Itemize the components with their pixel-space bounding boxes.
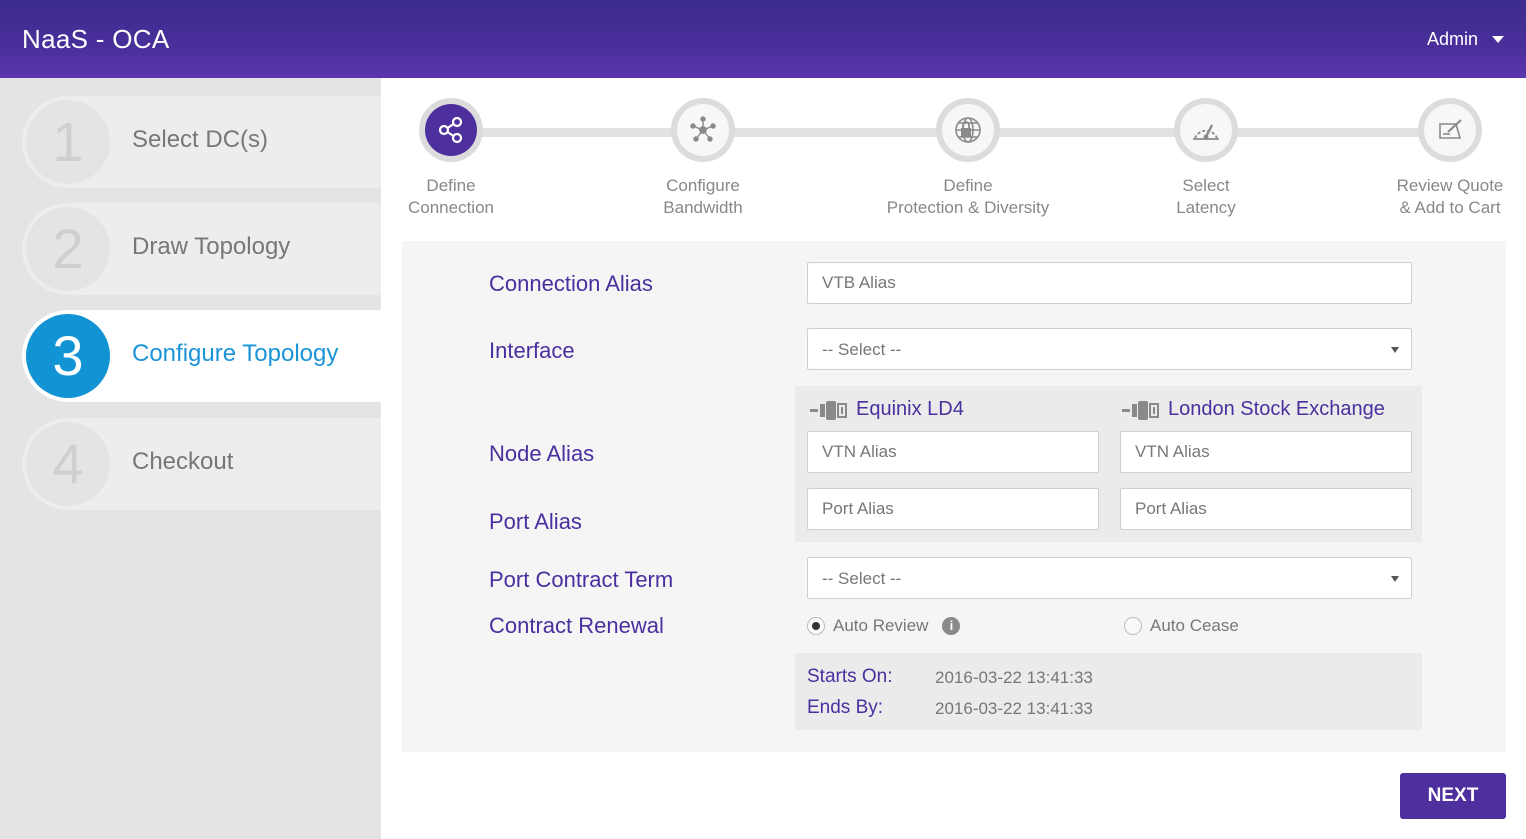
wizard-step-label: Define Connection [407, 176, 494, 217]
speedometer-icon [1193, 124, 1219, 140]
starts-on-label: Starts On: [807, 666, 893, 687]
user-name: Admin [1426, 29, 1478, 49]
sidebar-step-configure-topology[interactable]: 3 Configure Topology [22, 310, 381, 402]
step-number: 2 [26, 207, 110, 291]
globe-lock-icon [955, 117, 981, 143]
auto-review-radio[interactable] [807, 617, 825, 635]
port-contract-term-label: Port Contract Term [489, 567, 674, 592]
step-label: Checkout [132, 448, 234, 475]
node-alias-input-equinix[interactable] [807, 431, 1099, 473]
auto-cease-option[interactable]: Auto Cease [1124, 616, 1239, 636]
interface-select[interactable]: -- Select -- [807, 328, 1412, 370]
connection-alias-input[interactable] [807, 262, 1412, 304]
port-alias-input-equinix[interactable] [807, 488, 1099, 530]
wizard-step-review-quote[interactable]: Review Quote & Add to Cart [1350, 98, 1526, 219]
dropdown-arrow-icon [1391, 576, 1399, 582]
node-header-lse: London Stock Exchange [1122, 398, 1385, 421]
edit-quote-icon [1439, 119, 1462, 139]
contract-renewal-label: Contract Renewal [489, 613, 664, 638]
wizard-step-configure-bandwidth[interactable]: Configure Bandwidth [603, 98, 803, 219]
sidebar-step-draw-topology[interactable]: 2 Draw Topology [22, 203, 381, 295]
user-menu[interactable]: Admin [1427, 29, 1504, 50]
port-alias-input-lse[interactable] [1120, 488, 1412, 530]
node-name: Equinix LD4 [856, 398, 964, 420]
wizard-step-label: Define Protection & Diversity [886, 176, 1050, 217]
wizard-step-define-protection[interactable]: Define Protection & Diversity [868, 98, 1068, 219]
port-alias-label: Port Alias [489, 509, 582, 534]
sidebar-step-select-dc[interactable]: 1 Select DC(s) [22, 96, 381, 188]
step-number: 3 [26, 314, 110, 398]
step-label: Configure Topology [132, 340, 339, 367]
auto-cease-label: Auto Cease [1150, 616, 1239, 635]
step-label: Draw Topology [132, 233, 291, 260]
interface-label: Interface [489, 338, 575, 363]
wizard-step-select-latency[interactable]: Select Latency [1106, 98, 1306, 219]
top-nav-bar: NaaS - OCA Admin [0, 0, 1526, 78]
contract-dates-box [795, 653, 1422, 730]
share-icon [438, 116, 463, 144]
ends-by-value: 2016-03-22 13:41:33 [935, 699, 1093, 718]
port-contract-term-value: -- Select -- [822, 569, 902, 588]
connector-icon [1122, 400, 1159, 420]
node-header-equinix: Equinix LD4 [810, 398, 964, 421]
auto-review-option[interactable]: Auto Review i [807, 616, 961, 636]
step-number: 4 [26, 422, 110, 506]
sidebar-step-checkout[interactable]: 4 Checkout [22, 418, 381, 510]
app-title: NaaS - OCA [22, 24, 170, 54]
starts-on-value: 2016-03-22 13:41:33 [935, 668, 1093, 687]
node-name: London Stock Exchange [1168, 398, 1385, 420]
auto-review-label: Auto Review [833, 616, 929, 635]
step-number: 1 [26, 100, 110, 184]
step-label: Select DC(s) [132, 126, 269, 153]
chevron-down-icon [1492, 36, 1504, 43]
next-button[interactable]: NEXT [1400, 773, 1506, 819]
wizard-step-label: Review Quote & Add to Cart [1396, 176, 1504, 217]
wizard-step-define-connection[interactable]: Define Connection [351, 98, 551, 219]
wizard-step-label: Configure Bandwidth [663, 176, 743, 217]
auto-cease-radio[interactable] [1124, 617, 1142, 635]
dropdown-arrow-icon [1391, 347, 1399, 353]
node-alias-input-lse[interactable] [1120, 431, 1412, 473]
interface-select-value: -- Select -- [822, 340, 902, 359]
info-icon[interactable]: i [942, 617, 961, 635]
ends-by-label: Ends By: [807, 697, 884, 718]
node-alias-label: Node Alias [489, 441, 595, 466]
network-icon [690, 116, 716, 142]
connector-icon [810, 400, 847, 420]
port-contract-term-select[interactable]: -- Select -- [807, 557, 1412, 599]
wizard-step-label: Select Latency [1176, 176, 1236, 217]
connection-alias-label: Connection Alias [489, 271, 653, 296]
